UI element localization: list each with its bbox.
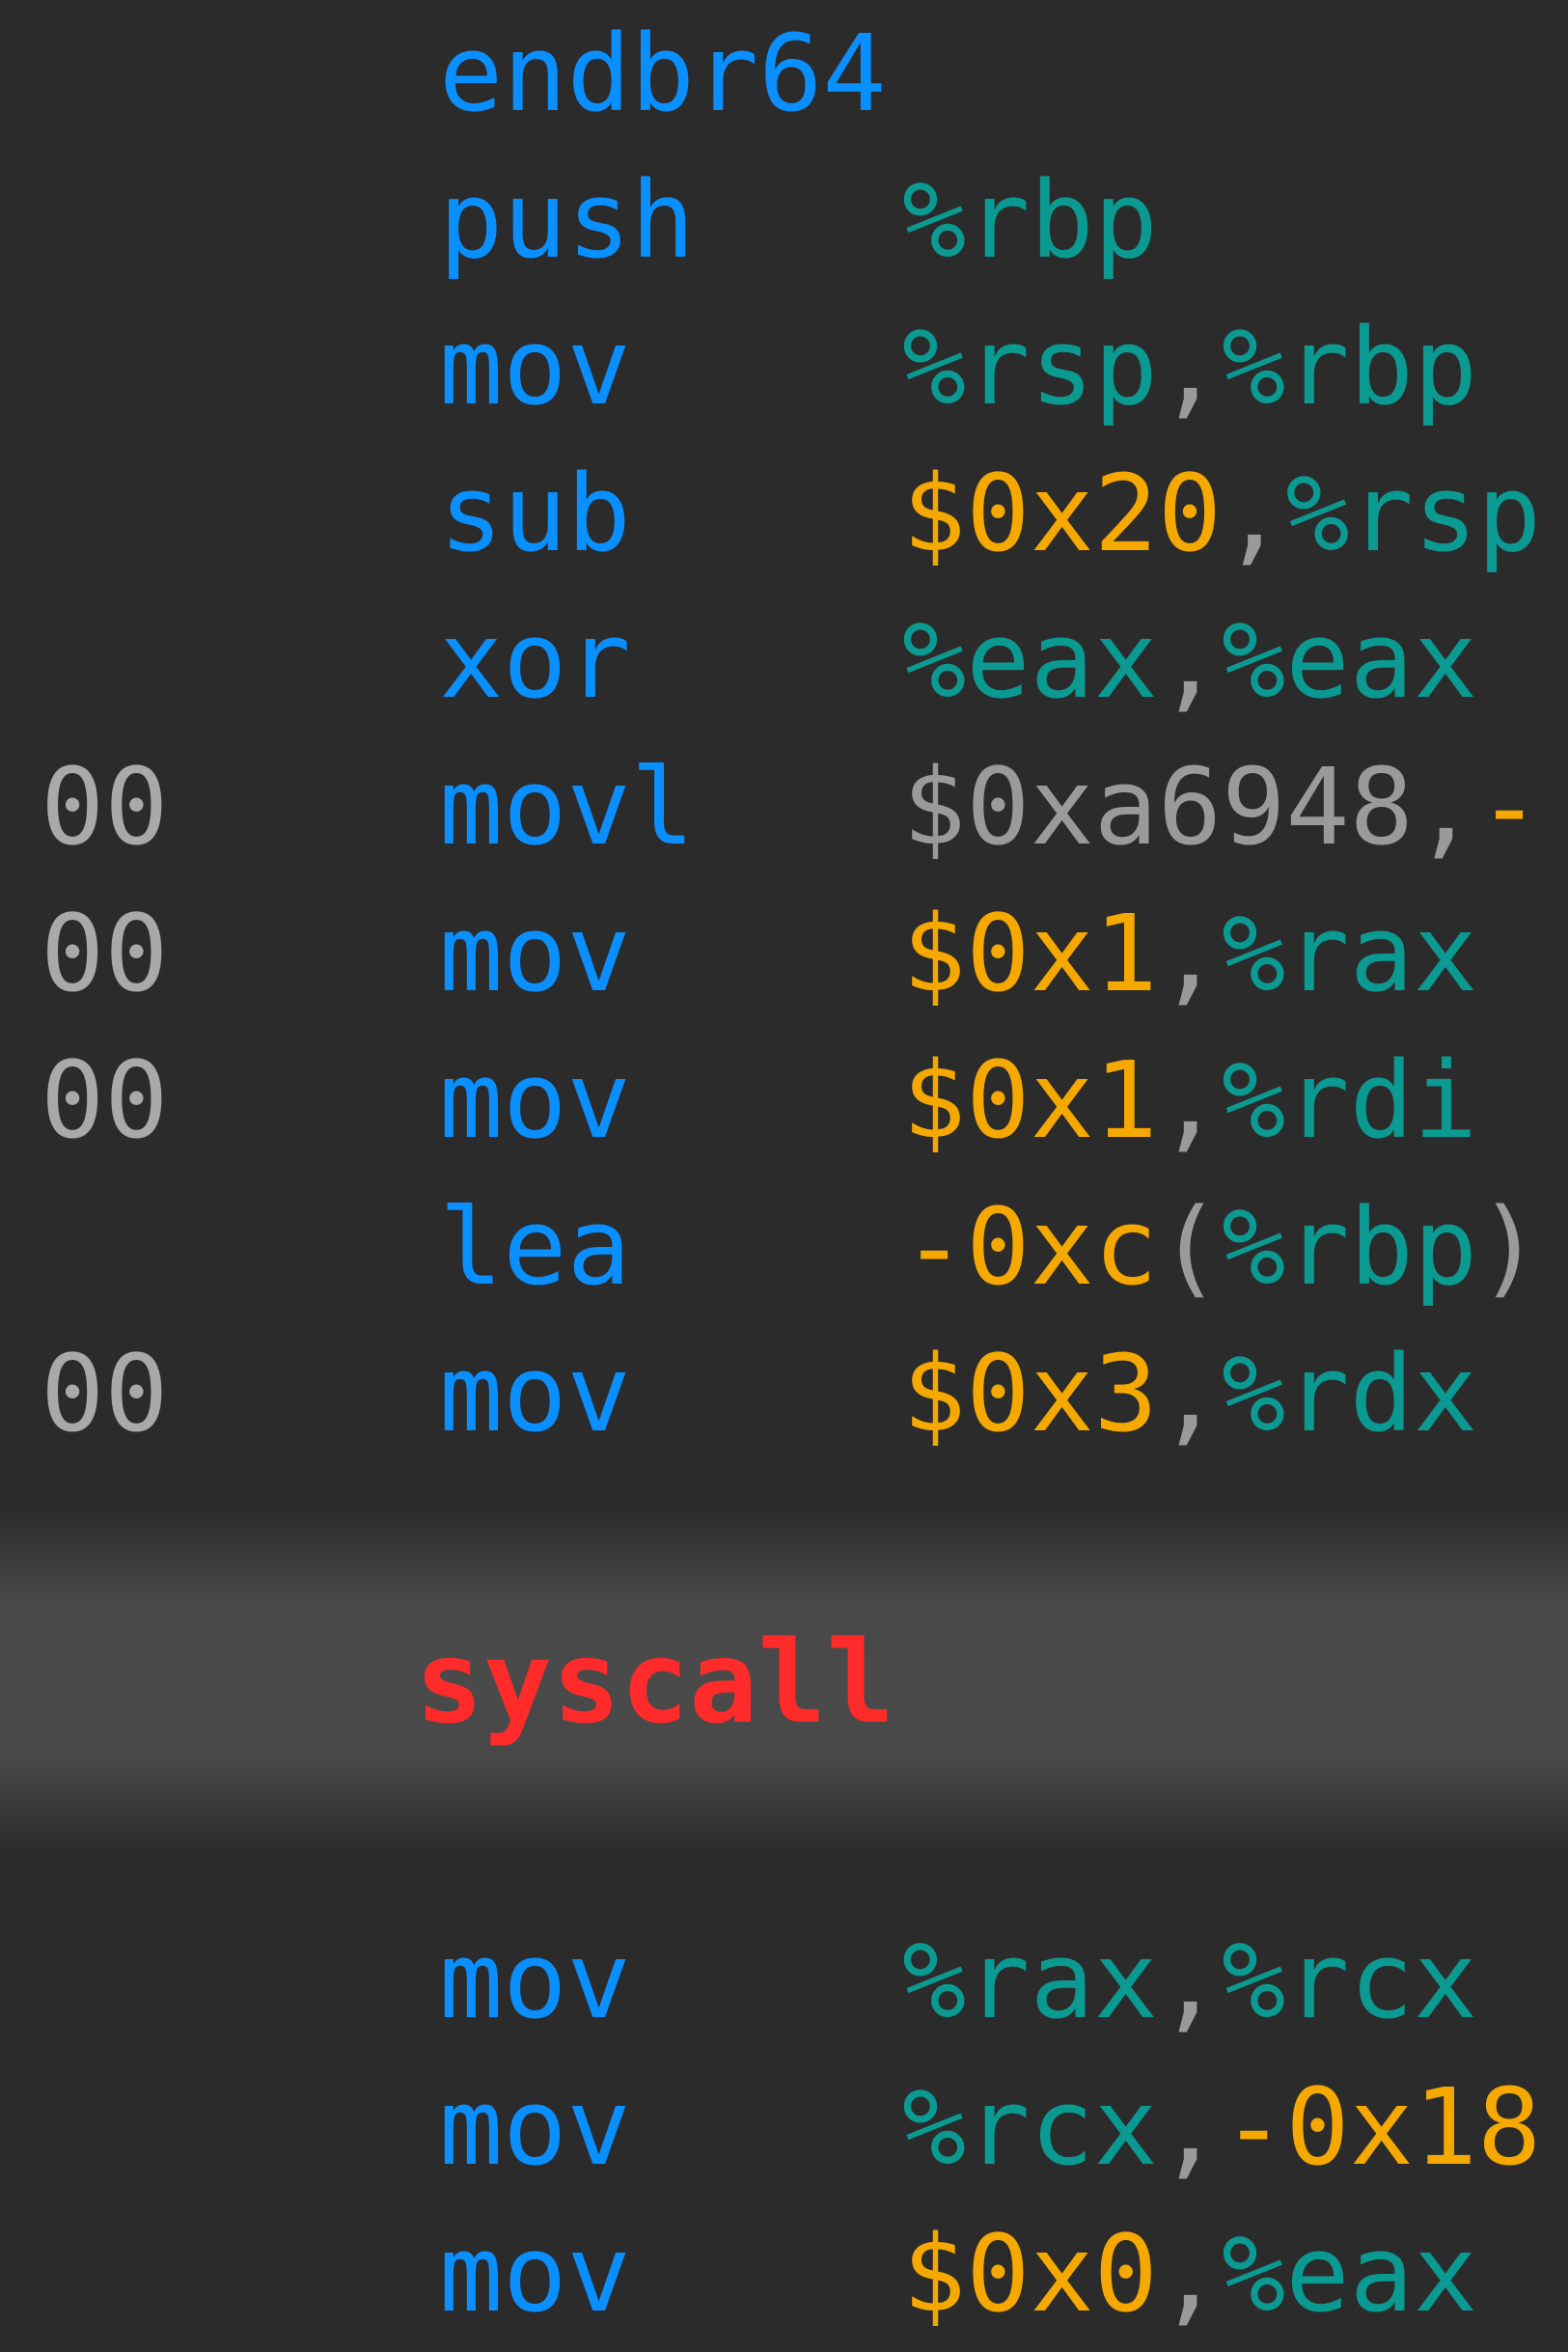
operand-register: %rsp (1285, 452, 1542, 575)
instruction-mnemonic: lea (439, 1185, 631, 1309)
current-instruction-syscall[interactable]: syscall (415, 1610, 894, 1755)
operand-punct: , (1157, 1332, 1223, 1455)
instruction-row[interactable]: lea -0xc(%rbp) (0, 1174, 1568, 1320)
instruction-mnemonic: mov (439, 2212, 631, 2336)
operand-register: %rdx (1222, 1332, 1478, 1455)
operand-immediate: $0x1 (902, 1038, 1158, 1162)
operand-immediate: -0xc (902, 1185, 1158, 1309)
instruction-mnemonic: mov (439, 305, 631, 429)
instruction-operands: %rbp (902, 147, 1158, 293)
instruction-row[interactable]: 00 mov $0x3,%rdx (0, 1320, 1568, 1467)
instruction-mnemonic: mov (439, 1919, 631, 2042)
operand-immediate: - (1477, 745, 1542, 869)
operand-punct: , (1157, 598, 1223, 722)
operand-register: %eax (1222, 2212, 1478, 2336)
instruction-address: 00 (41, 745, 169, 869)
instruction-operands: %rsp,%rbp (902, 293, 1477, 440)
operand-register: %rax (902, 1919, 1158, 2042)
instruction-row[interactable]: mov %rsp,%rbp (0, 293, 1568, 440)
operand-punct: , (1157, 892, 1223, 1015)
instruction-operands: $0x0,%eax (902, 2200, 1477, 2347)
instruction-operands: %rax,%rcx (902, 1907, 1477, 2054)
instruction-mnemonic: xor (439, 598, 631, 722)
operand-punct: , (1157, 305, 1223, 429)
instruction-address: 00 (41, 1332, 169, 1455)
operand-punct: , (1157, 2065, 1223, 2189)
operand-register: %rcx (1222, 1919, 1478, 2042)
operand-immediate: $0x0 (902, 2212, 1158, 2336)
instruction-row[interactable]: push %rbp (0, 147, 1568, 293)
instruction-mnemonic: endbr64 (439, 12, 887, 135)
instruction-operands: $0x1,%rax (902, 880, 1477, 1027)
instruction-row[interactable]: mov $0x0,%eax (0, 2200, 1568, 2347)
instruction-row[interactable]: mov %rax,%rcx (0, 1907, 1568, 2054)
instruction-row[interactable]: sub $0x20,%rsp (0, 440, 1568, 587)
instruction-operands: $0x1,%rdi (902, 1027, 1477, 1174)
instruction-mnemonic: mov (439, 2065, 631, 2189)
operand-immediate: $0x3 (902, 1332, 1158, 1455)
instruction-address: 00 (41, 892, 169, 1015)
operand-punct: , (1157, 1038, 1223, 1162)
operand-immediate: $0x1 (902, 892, 1158, 1015)
instruction-row[interactable]: 00 mov $0x1,%rax (0, 880, 1568, 1027)
instruction-mnemonic: mov (439, 1038, 631, 1162)
operand-register: %eax (1222, 598, 1478, 722)
instruction-operands: %eax,%eax (902, 587, 1477, 733)
operand-register: %eax (902, 598, 1158, 722)
instruction-mnemonic: movl (439, 745, 695, 869)
instruction-mnemonic: push (439, 158, 695, 282)
instruction-operands: $0x3,%rdx (902, 1320, 1477, 1467)
operand-punct: , (1157, 1919, 1223, 2042)
instruction-row[interactable]: endbr64 (0, 0, 1568, 147)
operand-punct: , (1222, 452, 1286, 575)
instruction-row[interactable]: 00 movl $0xa6948,- (0, 733, 1568, 880)
instruction-row[interactable]: mov %rcx,-0x18 (0, 2054, 1568, 2200)
operand-punct: ) (1477, 1185, 1542, 1309)
operand-punct: $0xa6948, (902, 745, 1478, 869)
operand-register: %rsp (902, 305, 1158, 429)
instruction-address: 00 (41, 1038, 169, 1162)
instruction-row[interactable]: 00 mov $0x1,%rdi (0, 1027, 1568, 1174)
disassembly-view: endbr64 push %rbp mov %rsp,%rbp sub $0x20,%rsp… (0, 0, 1568, 2352)
operand-punct: ( (1157, 1185, 1223, 1309)
instruction-operands: %rcx,-0x18 (902, 2054, 1541, 2200)
operand-register: %rax (1222, 892, 1478, 1015)
instruction-mnemonic: mov (439, 1332, 631, 1455)
instruction-mnemonic: sub (439, 452, 631, 575)
instruction-operands: -0xc(%rbp) (902, 1174, 1541, 1320)
operand-register: %rdi (1222, 1038, 1478, 1162)
operand-register: %rbp (1222, 1185, 1478, 1309)
instruction-operands: $0xa6948,- (902, 733, 1541, 880)
operand-immediate: -0x18 (1222, 2065, 1542, 2189)
instruction-operands: $0x20,%rsp (902, 440, 1541, 587)
operand-register: %rbp (1222, 305, 1478, 429)
instruction-row[interactable]: xor %eax,%eax (0, 587, 1568, 733)
operand-register: %rcx (902, 2065, 1158, 2189)
operand-register: %rbp (902, 158, 1158, 282)
operand-immediate: $0x20 (902, 452, 1223, 575)
operand-punct: , (1157, 2212, 1223, 2336)
instruction-mnemonic: mov (439, 892, 631, 1015)
